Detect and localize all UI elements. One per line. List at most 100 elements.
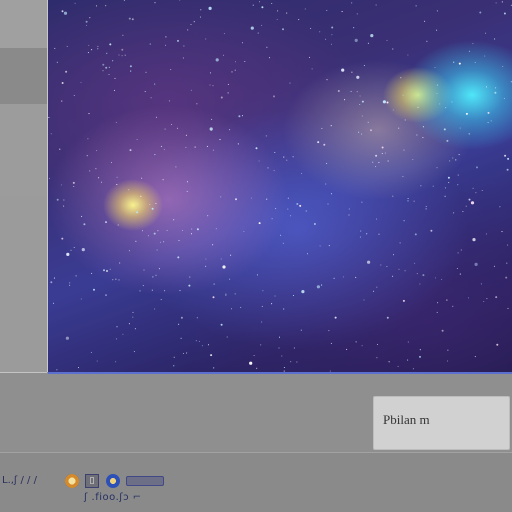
star [102, 63, 105, 66]
star [63, 11, 68, 15]
star [384, 152, 386, 154]
star [333, 277, 335, 279]
star [142, 285, 144, 287]
star [445, 107, 447, 109]
star [319, 31, 321, 33]
star [155, 274, 157, 276]
star [61, 10, 64, 13]
star [60, 184, 62, 186]
star [436, 92, 438, 95]
star [105, 5, 107, 7]
star [189, 276, 191, 278]
star [88, 44, 90, 46]
star [296, 361, 298, 363]
star [209, 127, 213, 131]
star [460, 249, 462, 251]
star [255, 147, 258, 150]
star [70, 249, 72, 251]
star [222, 54, 225, 56]
star [116, 176, 118, 178]
star [361, 201, 363, 203]
star [416, 134, 418, 136]
star [301, 290, 305, 294]
star [56, 369, 58, 371]
star [116, 326, 118, 328]
star [186, 352, 188, 354]
star [97, 45, 99, 47]
star [271, 303, 273, 305]
star [102, 70, 104, 72]
star [128, 323, 130, 325]
star [212, 244, 214, 246]
star [154, 308, 156, 310]
star [212, 85, 214, 87]
star [276, 18, 278, 20]
star [376, 343, 379, 346]
star [457, 174, 459, 176]
star [328, 245, 330, 247]
star [381, 146, 384, 149]
bookmark-icon[interactable]: ▯ [85, 474, 99, 488]
star [190, 233, 193, 235]
star [260, 344, 262, 346]
star [261, 24, 263, 26]
star [54, 47, 56, 49]
star [359, 103, 361, 106]
star [87, 138, 89, 140]
star [321, 284, 323, 286]
star [355, 276, 357, 278]
star [502, 65, 504, 67]
star [436, 84, 438, 86]
browser-icon[interactable] [106, 474, 120, 488]
star [122, 333, 124, 335]
app-icon[interactable] [65, 474, 79, 488]
star [61, 100, 63, 102]
sidebar-slot-3[interactable] [0, 104, 47, 197]
star [467, 297, 470, 299]
star [230, 308, 233, 310]
star [83, 223, 86, 226]
star [465, 112, 468, 115]
star [69, 282, 71, 284]
star [496, 343, 499, 346]
star [91, 49, 93, 51]
sidebar-slot-2[interactable] [0, 48, 47, 105]
star [505, 276, 508, 279]
star [220, 258, 222, 260]
star [230, 254, 232, 256]
star [212, 296, 215, 299]
star [375, 154, 378, 157]
star [337, 90, 340, 92]
star [176, 127, 179, 129]
dialog-button[interactable]: Pbilan m [373, 396, 510, 450]
star [321, 127, 323, 129]
star [447, 349, 449, 351]
star [282, 242, 284, 244]
star [175, 166, 177, 168]
star [155, 202, 157, 205]
star [225, 294, 227, 296]
sidebar-slot-4[interactable] [0, 196, 47, 373]
star [48, 116, 50, 119]
star [86, 155, 88, 157]
star [386, 316, 389, 319]
star [265, 135, 267, 137]
star [495, 2, 497, 4]
sidebar-slot-1[interactable] [0, 0, 47, 49]
star [220, 96, 223, 99]
star [386, 265, 388, 268]
star [351, 71, 353, 73]
star [96, 150, 98, 152]
star [387, 160, 389, 162]
star [426, 40, 428, 42]
star [402, 94, 404, 96]
star [392, 48, 394, 50]
star [237, 143, 239, 145]
star [191, 228, 193, 230]
taskbar-button[interactable] [126, 476, 164, 486]
star [211, 118, 213, 120]
star [359, 95, 361, 97]
star [415, 5, 417, 7]
star [149, 43, 151, 45]
star [61, 82, 64, 84]
